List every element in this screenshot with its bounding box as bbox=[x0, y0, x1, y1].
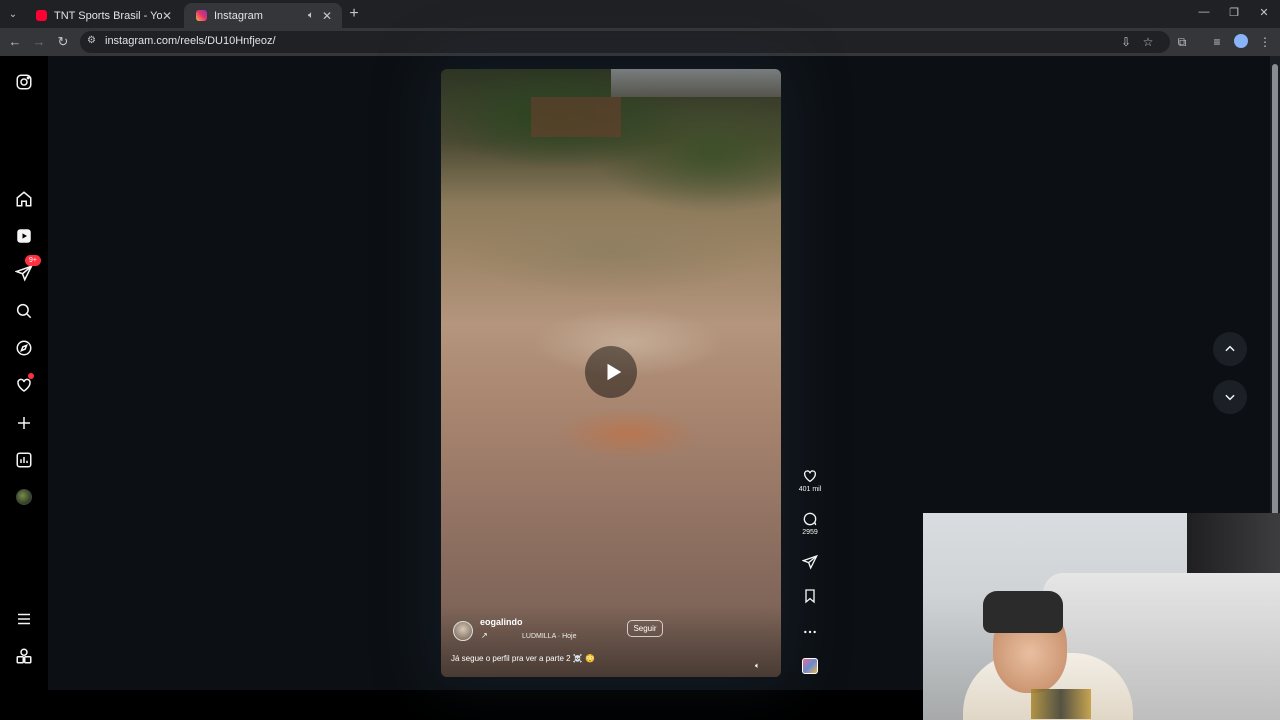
more-dots-icon bbox=[804, 630, 816, 634]
save-button[interactable] bbox=[795, 588, 825, 604]
notification-badge: 9+ bbox=[25, 255, 41, 266]
close-window-icon[interactable]: ✕ bbox=[1254, 6, 1274, 22]
media-controls-icon[interactable]: ≡ bbox=[1208, 33, 1226, 51]
like-count: 401 mil bbox=[798, 486, 822, 493]
tab-search-icon[interactable]: ⌄ bbox=[4, 5, 22, 23]
music-arrow-icon: ↗ bbox=[481, 631, 488, 640]
extensions-icon[interactable]: ⧉ bbox=[1173, 33, 1191, 51]
instagram-sidebar: 9+ bbox=[0, 56, 48, 690]
more-menu-icon[interactable] bbox=[12, 607, 36, 631]
reload-icon[interactable]: ↻ bbox=[54, 33, 72, 51]
reel-video[interactable]: eogalindo ↗ LUDMILLA · Hoje Seguir Já se… bbox=[441, 69, 781, 677]
install-app-icon[interactable]: ⇩ bbox=[1117, 33, 1135, 51]
play-button[interactable] bbox=[585, 346, 637, 398]
profile-picture bbox=[16, 489, 32, 505]
restore-icon[interactable]: ❐ bbox=[1224, 6, 1244, 22]
reel-info: eogalindo ↗ LUDMILLA · Hoje Seguir Já se… bbox=[441, 607, 781, 677]
bookmark-icon bbox=[805, 589, 815, 604]
bookmark-star-icon[interactable]: ☆ bbox=[1139, 33, 1157, 51]
menu-dots-icon[interactable]: ⋮ bbox=[1256, 33, 1274, 51]
profile-avatar[interactable] bbox=[12, 485, 36, 509]
home-icon[interactable] bbox=[12, 187, 36, 211]
webcam-overlay bbox=[923, 513, 1280, 720]
tab-title: Instagram bbox=[214, 9, 263, 22]
previous-reel-button[interactable] bbox=[1213, 332, 1247, 366]
video-scene-brick bbox=[531, 97, 621, 137]
address-bar[interactable]: ⚙ instagram.com/reels/DU10Hnfjeoz/ bbox=[80, 31, 1170, 53]
create-plus-icon[interactable] bbox=[12, 411, 36, 435]
instagram-logo-icon[interactable] bbox=[12, 70, 36, 94]
music-label[interactable]: LUDMILLA · Hoje bbox=[522, 633, 576, 640]
share-icon bbox=[802, 554, 818, 570]
author-avatar[interactable] bbox=[453, 621, 473, 641]
instagram-favicon-icon bbox=[196, 10, 207, 21]
author-username[interactable]: eogalindo bbox=[480, 617, 523, 627]
tab-title: TNT Sports Brasil - YouTube bbox=[54, 9, 162, 22]
back-icon[interactable]: ← bbox=[6, 33, 24, 51]
browser-toolbar: ← → ↻ ⚙ instagram.com/reels/DU10Hnfjeoz/… bbox=[0, 28, 1280, 56]
minimize-icon[interactable]: — bbox=[1194, 6, 1214, 22]
comment-count: 2959 bbox=[802, 529, 818, 536]
share-button[interactable] bbox=[795, 554, 825, 570]
reels-icon[interactable] bbox=[12, 224, 36, 248]
close-tab-icon[interactable]: ✕ bbox=[322, 9, 332, 23]
also-from-meta-icon[interactable] bbox=[12, 644, 36, 668]
tab-youtube[interactable]: TNT Sports Brasil - YouTube ✕ bbox=[24, 3, 182, 28]
follow-button[interactable]: Seguir bbox=[627, 620, 663, 637]
notification-dot bbox=[28, 373, 34, 379]
webcam-headset bbox=[983, 591, 1063, 633]
play-icon bbox=[607, 363, 621, 381]
more-options-button[interactable] bbox=[795, 624, 825, 640]
notifications-heart-icon[interactable] bbox=[12, 373, 36, 397]
site-info-icon[interactable]: ⚙ bbox=[87, 35, 99, 49]
url-text: instagram.com/reels/DU10Hnfjeoz/ bbox=[105, 35, 276, 47]
browser-tabbar: ⌄ TNT Sports Brasil - YouTube ✕ Instagra… bbox=[0, 0, 1280, 28]
forward-icon[interactable]: → bbox=[30, 33, 48, 51]
close-tab-icon[interactable]: ✕ bbox=[162, 9, 172, 23]
audio-thumbnail bbox=[802, 658, 818, 674]
video-scene-wall bbox=[611, 69, 781, 97]
dashboard-icon[interactable] bbox=[12, 448, 36, 472]
tab-instagram[interactable]: Instagram 🔈︎ ✕ bbox=[184, 3, 342, 28]
heart-icon bbox=[804, 470, 816, 483]
webcam-shirt-print bbox=[1031, 689, 1091, 719]
comment-icon bbox=[803, 512, 817, 526]
next-reel-button[interactable] bbox=[1213, 380, 1247, 414]
tab-audio-icon[interactable]: 🔈︎ bbox=[308, 10, 314, 21]
chevron-up-icon bbox=[1225, 345, 1235, 352]
reel-caption: Já segue o perfil pra ver a parte 2 ☠️ 😳 bbox=[451, 654, 595, 663]
search-icon[interactable] bbox=[12, 299, 36, 323]
new-tab-button[interactable]: + bbox=[345, 5, 363, 23]
audio-toggle-icon[interactable]: 🔈︎ bbox=[755, 661, 760, 671]
youtube-favicon-icon bbox=[36, 10, 47, 21]
audio-thumbnail-button[interactable] bbox=[795, 658, 825, 674]
explore-icon[interactable] bbox=[12, 336, 36, 360]
messages-icon[interactable]: 9+ bbox=[12, 255, 41, 285]
profile-avatar-icon[interactable] bbox=[1234, 34, 1248, 48]
like-button[interactable]: 401 mil bbox=[795, 468, 825, 493]
comment-button[interactable]: 2959 bbox=[795, 511, 825, 536]
chevron-down-icon bbox=[1225, 394, 1235, 401]
